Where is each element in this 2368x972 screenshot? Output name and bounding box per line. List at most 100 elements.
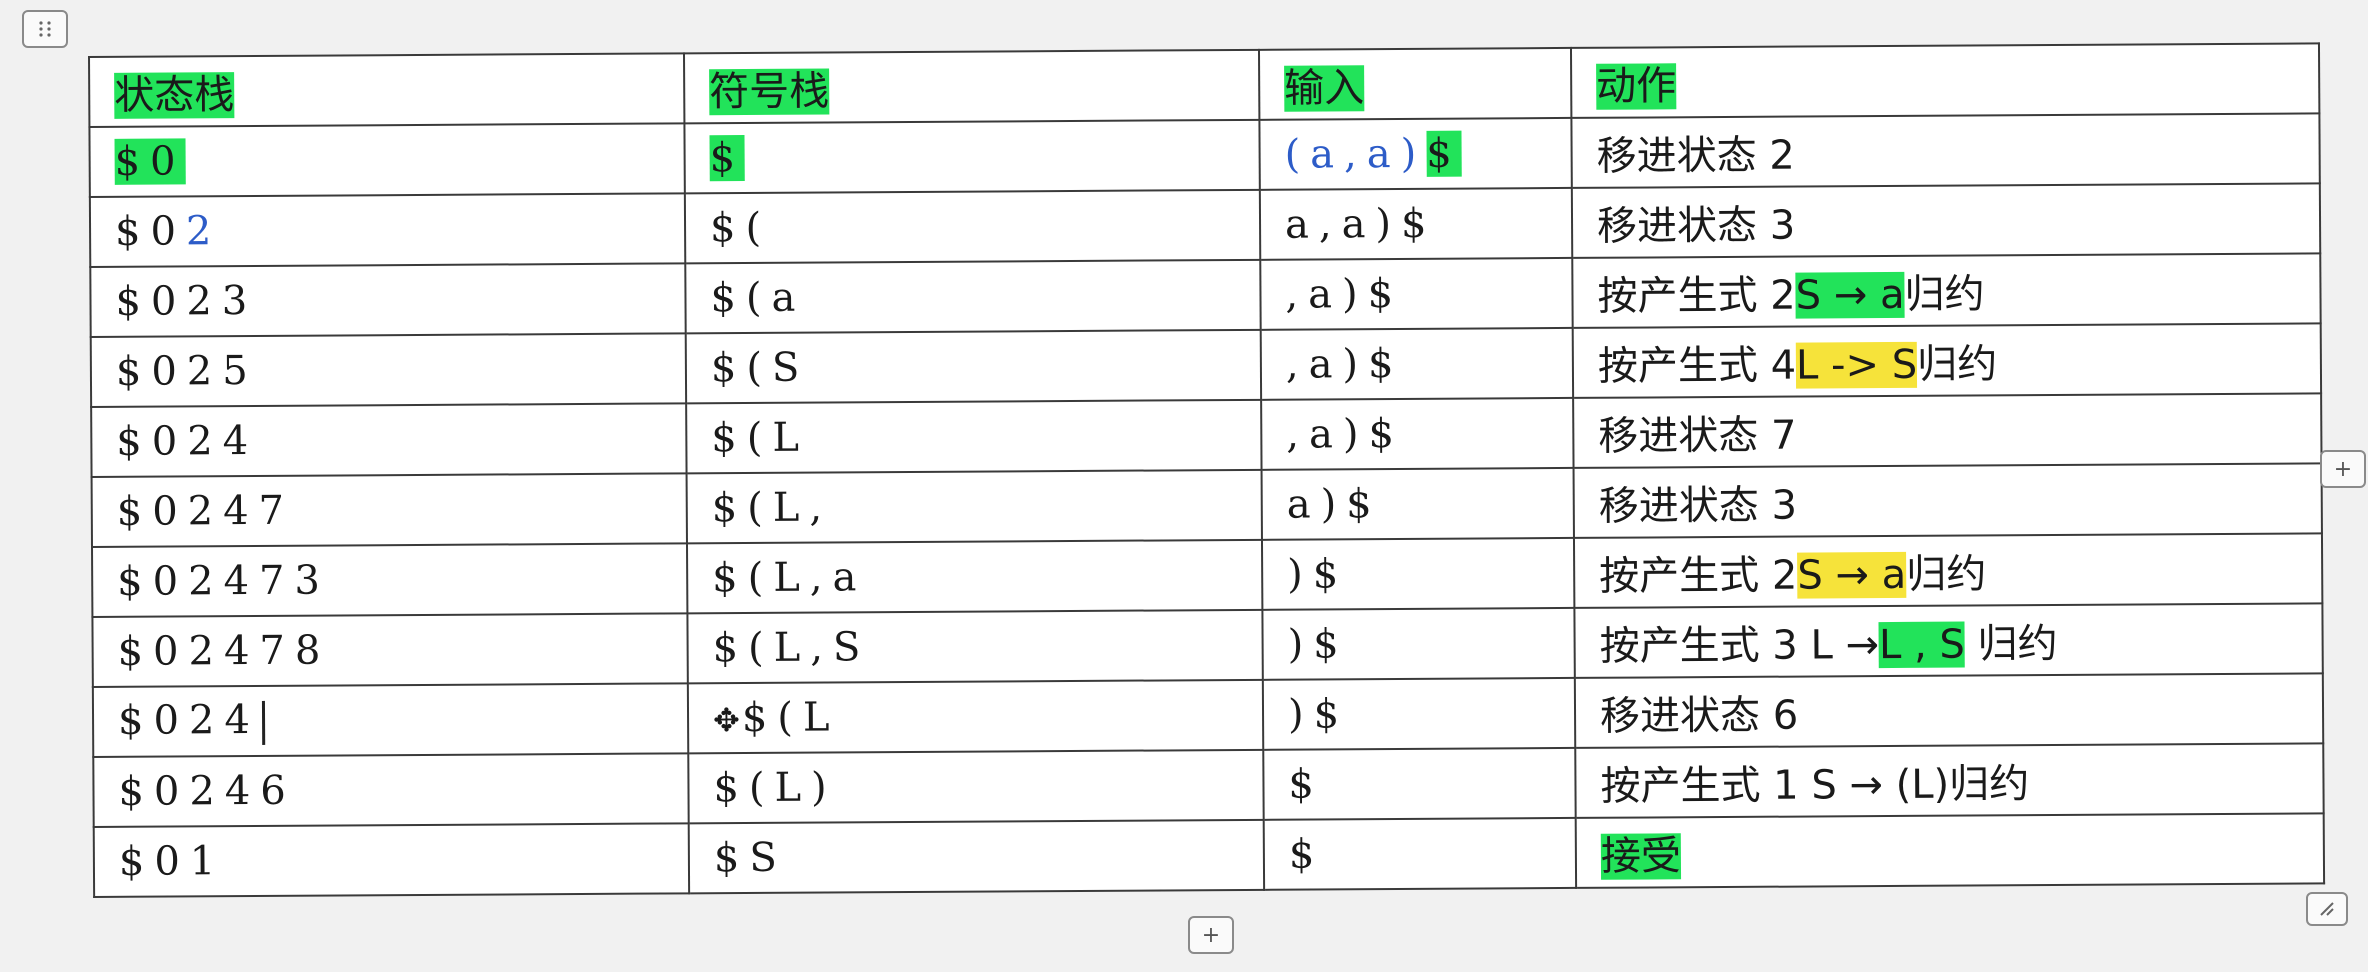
symbol-stack-text: $(L,a bbox=[712, 554, 867, 602]
state-stack-cell[interactable]: $0 bbox=[89, 123, 685, 197]
state-stack-text: $01 bbox=[118, 838, 226, 885]
state-stack-cell[interactable]: $02478 bbox=[92, 613, 688, 687]
state-stack-cell[interactable]: $025 bbox=[90, 333, 687, 407]
table-row: $01 $S $ 接受 bbox=[93, 813, 2325, 897]
action-text: 移进状态 3 bbox=[1596, 202, 1796, 250]
action-text: 接受 bbox=[1600, 833, 1682, 880]
production-highlight: S → a bbox=[1797, 551, 1907, 599]
add-row-button[interactable]: + bbox=[1188, 916, 1234, 954]
state-stack-text: $025 bbox=[115, 347, 258, 395]
state-stack-text: $0 bbox=[114, 208, 187, 255]
input-cell[interactable]: ,a)$ bbox=[1260, 257, 1573, 330]
state-stack-cell[interactable]: $023 bbox=[90, 263, 686, 337]
input-text: $ bbox=[1288, 761, 1325, 808]
input-cell[interactable]: a,a)$ bbox=[1259, 187, 1573, 260]
symbol-stack-cell[interactable]: $(L,a bbox=[686, 539, 1263, 614]
action-prefix: 按产生式 3 L → bbox=[1599, 622, 1880, 670]
symbol-stack-cell[interactable]: $(L bbox=[686, 399, 1262, 474]
symbol-stack-text: $ bbox=[709, 134, 746, 182]
symbol-stack-cell[interactable]: $(L) bbox=[688, 749, 1264, 824]
symbol-stack-text: $(a bbox=[710, 274, 806, 322]
state-stack-cell[interactable]: $0247 bbox=[91, 473, 687, 547]
symbol-stack-cell[interactable]: $( bbox=[684, 189, 1261, 264]
input-cell[interactable]: (a,a)$ bbox=[1259, 117, 1572, 190]
add-column-button[interactable]: + bbox=[2320, 450, 2366, 488]
action-suffix: 归约 bbox=[1977, 620, 2058, 668]
lr-parse-table: 状态栈 符号栈 输入 动作 $0 $ (a,a)$ 移进状态 2 $02 $( … bbox=[88, 42, 2326, 898]
input-cell[interactable]: ,a)$ bbox=[1261, 397, 1574, 470]
action-cell[interactable]: 移进状态 2 bbox=[1571, 113, 2320, 188]
state-stack-new-state: 2 bbox=[185, 208, 222, 255]
text-cursor bbox=[261, 700, 266, 745]
state-stack-text: $024 bbox=[117, 696, 260, 744]
action-cell[interactable]: 按产生式 2S → a归约 bbox=[1573, 533, 2323, 608]
symbol-stack-cell[interactable]: $(L, bbox=[686, 469, 1262, 544]
action-cell[interactable]: 按产生式 3 L →L , S 归约 bbox=[1574, 603, 2323, 678]
state-stack-cell[interactable]: $01 bbox=[93, 823, 690, 897]
action-cell[interactable]: 移进状态 3 bbox=[1573, 463, 2322, 538]
production-highlight: L , S bbox=[1878, 621, 1966, 669]
action-cell[interactable]: 移进状态 3 bbox=[1571, 183, 2321, 258]
input-text: ,a)$ bbox=[1285, 270, 1404, 318]
state-stack-cell[interactable]: $024 bbox=[92, 683, 689, 757]
move-cursor-icon: ✥ bbox=[712, 701, 740, 740]
symbol-stack-cell[interactable]: $ bbox=[684, 119, 1260, 194]
symbol-stack-cell[interactable]: $(L,S bbox=[687, 609, 1263, 684]
state-stack-text: $02478 bbox=[117, 627, 331, 675]
action-cell[interactable]: 按产生式 1 S → (L)归约 bbox=[1575, 743, 2324, 818]
table-move-handle[interactable] bbox=[22, 10, 68, 48]
state-stack-text: $0246 bbox=[118, 767, 296, 815]
input-text: )$ bbox=[1287, 551, 1349, 598]
input-text: ,a)$ bbox=[1286, 410, 1405, 458]
symbol-stack-cell[interactable]: $S bbox=[688, 819, 1265, 894]
table-resize-handle[interactable] bbox=[2306, 892, 2348, 926]
state-stack-text: $023 bbox=[115, 277, 258, 325]
state-stack-cell[interactable]: $024 bbox=[91, 403, 687, 477]
input-cell[interactable]: a)$ bbox=[1261, 467, 1574, 540]
input-cell[interactable]: )$ bbox=[1262, 607, 1575, 680]
action-suffix: 归约 bbox=[1904, 271, 1985, 318]
header-cell-input[interactable]: 输入 bbox=[1258, 47, 1572, 120]
header-cell-state-stack[interactable]: 状态栈 bbox=[89, 53, 685, 127]
symbol-stack-cell[interactable]: ✥$(L bbox=[687, 679, 1264, 754]
action-cell[interactable]: 按产生式 4L -> S归约 bbox=[1572, 323, 2322, 398]
state-stack-cell[interactable]: $0246 bbox=[93, 753, 689, 827]
state-stack-cell[interactable]: $02473 bbox=[91, 543, 688, 617]
symbol-stack-cell[interactable]: $(S bbox=[685, 329, 1262, 404]
input-cell[interactable]: $ bbox=[1263, 817, 1577, 890]
action-cell[interactable]: 移进状态 6 bbox=[1574, 673, 2324, 748]
production-highlight: L -> S bbox=[1795, 341, 1918, 389]
input-text: )$ bbox=[1287, 621, 1349, 668]
action-cell[interactable]: 按产生式 2S → a归约 bbox=[1572, 253, 2321, 328]
state-stack-text: $02473 bbox=[117, 557, 331, 605]
action-cell[interactable]: 接受 bbox=[1575, 813, 2325, 888]
input-text: a)$ bbox=[1286, 481, 1382, 528]
header-label: 状态栈 bbox=[114, 72, 235, 119]
input-end-marker: $ bbox=[1426, 130, 1462, 177]
input-cell[interactable]: ,a)$ bbox=[1260, 327, 1574, 400]
table-resize-handle-icon bbox=[2320, 902, 2334, 916]
header-label: 符号栈 bbox=[709, 68, 830, 116]
input-cell[interactable]: )$ bbox=[1261, 537, 1575, 610]
symbol-stack-text: $(L, bbox=[711, 484, 833, 532]
symbol-stack-text: $(L,S bbox=[712, 624, 871, 672]
input-text: $ bbox=[1288, 831, 1325, 878]
state-stack-cell[interactable]: $02 bbox=[89, 193, 686, 267]
symbol-stack-cell[interactable]: $(a bbox=[685, 259, 1261, 334]
state-stack-text: $024 bbox=[116, 417, 259, 465]
action-suffix: 归约 bbox=[1917, 341, 1998, 388]
plus-icon: + bbox=[2333, 456, 2353, 482]
action-text: 移进状态 3 bbox=[1598, 482, 1798, 530]
plus-icon: + bbox=[1201, 922, 1221, 948]
action-cell[interactable]: 移进状态 7 bbox=[1573, 393, 2322, 468]
symbol-stack-text: $(L bbox=[741, 694, 840, 742]
input-cell[interactable]: )$ bbox=[1262, 677, 1576, 750]
action-text: 移进状态 2 bbox=[1596, 132, 1795, 180]
production-highlight: S → a bbox=[1795, 271, 1905, 319]
action-prefix: 按产生式 2 bbox=[1597, 272, 1796, 320]
input-cell[interactable]: $ bbox=[1263, 747, 1576, 820]
header-cell-action[interactable]: 动作 bbox=[1570, 43, 2320, 118]
state-stack-text: $0247 bbox=[116, 487, 295, 535]
header-cell-symbol-stack[interactable]: 符号栈 bbox=[683, 49, 1260, 124]
action-prefix: 按产生式 4 bbox=[1597, 342, 1797, 390]
